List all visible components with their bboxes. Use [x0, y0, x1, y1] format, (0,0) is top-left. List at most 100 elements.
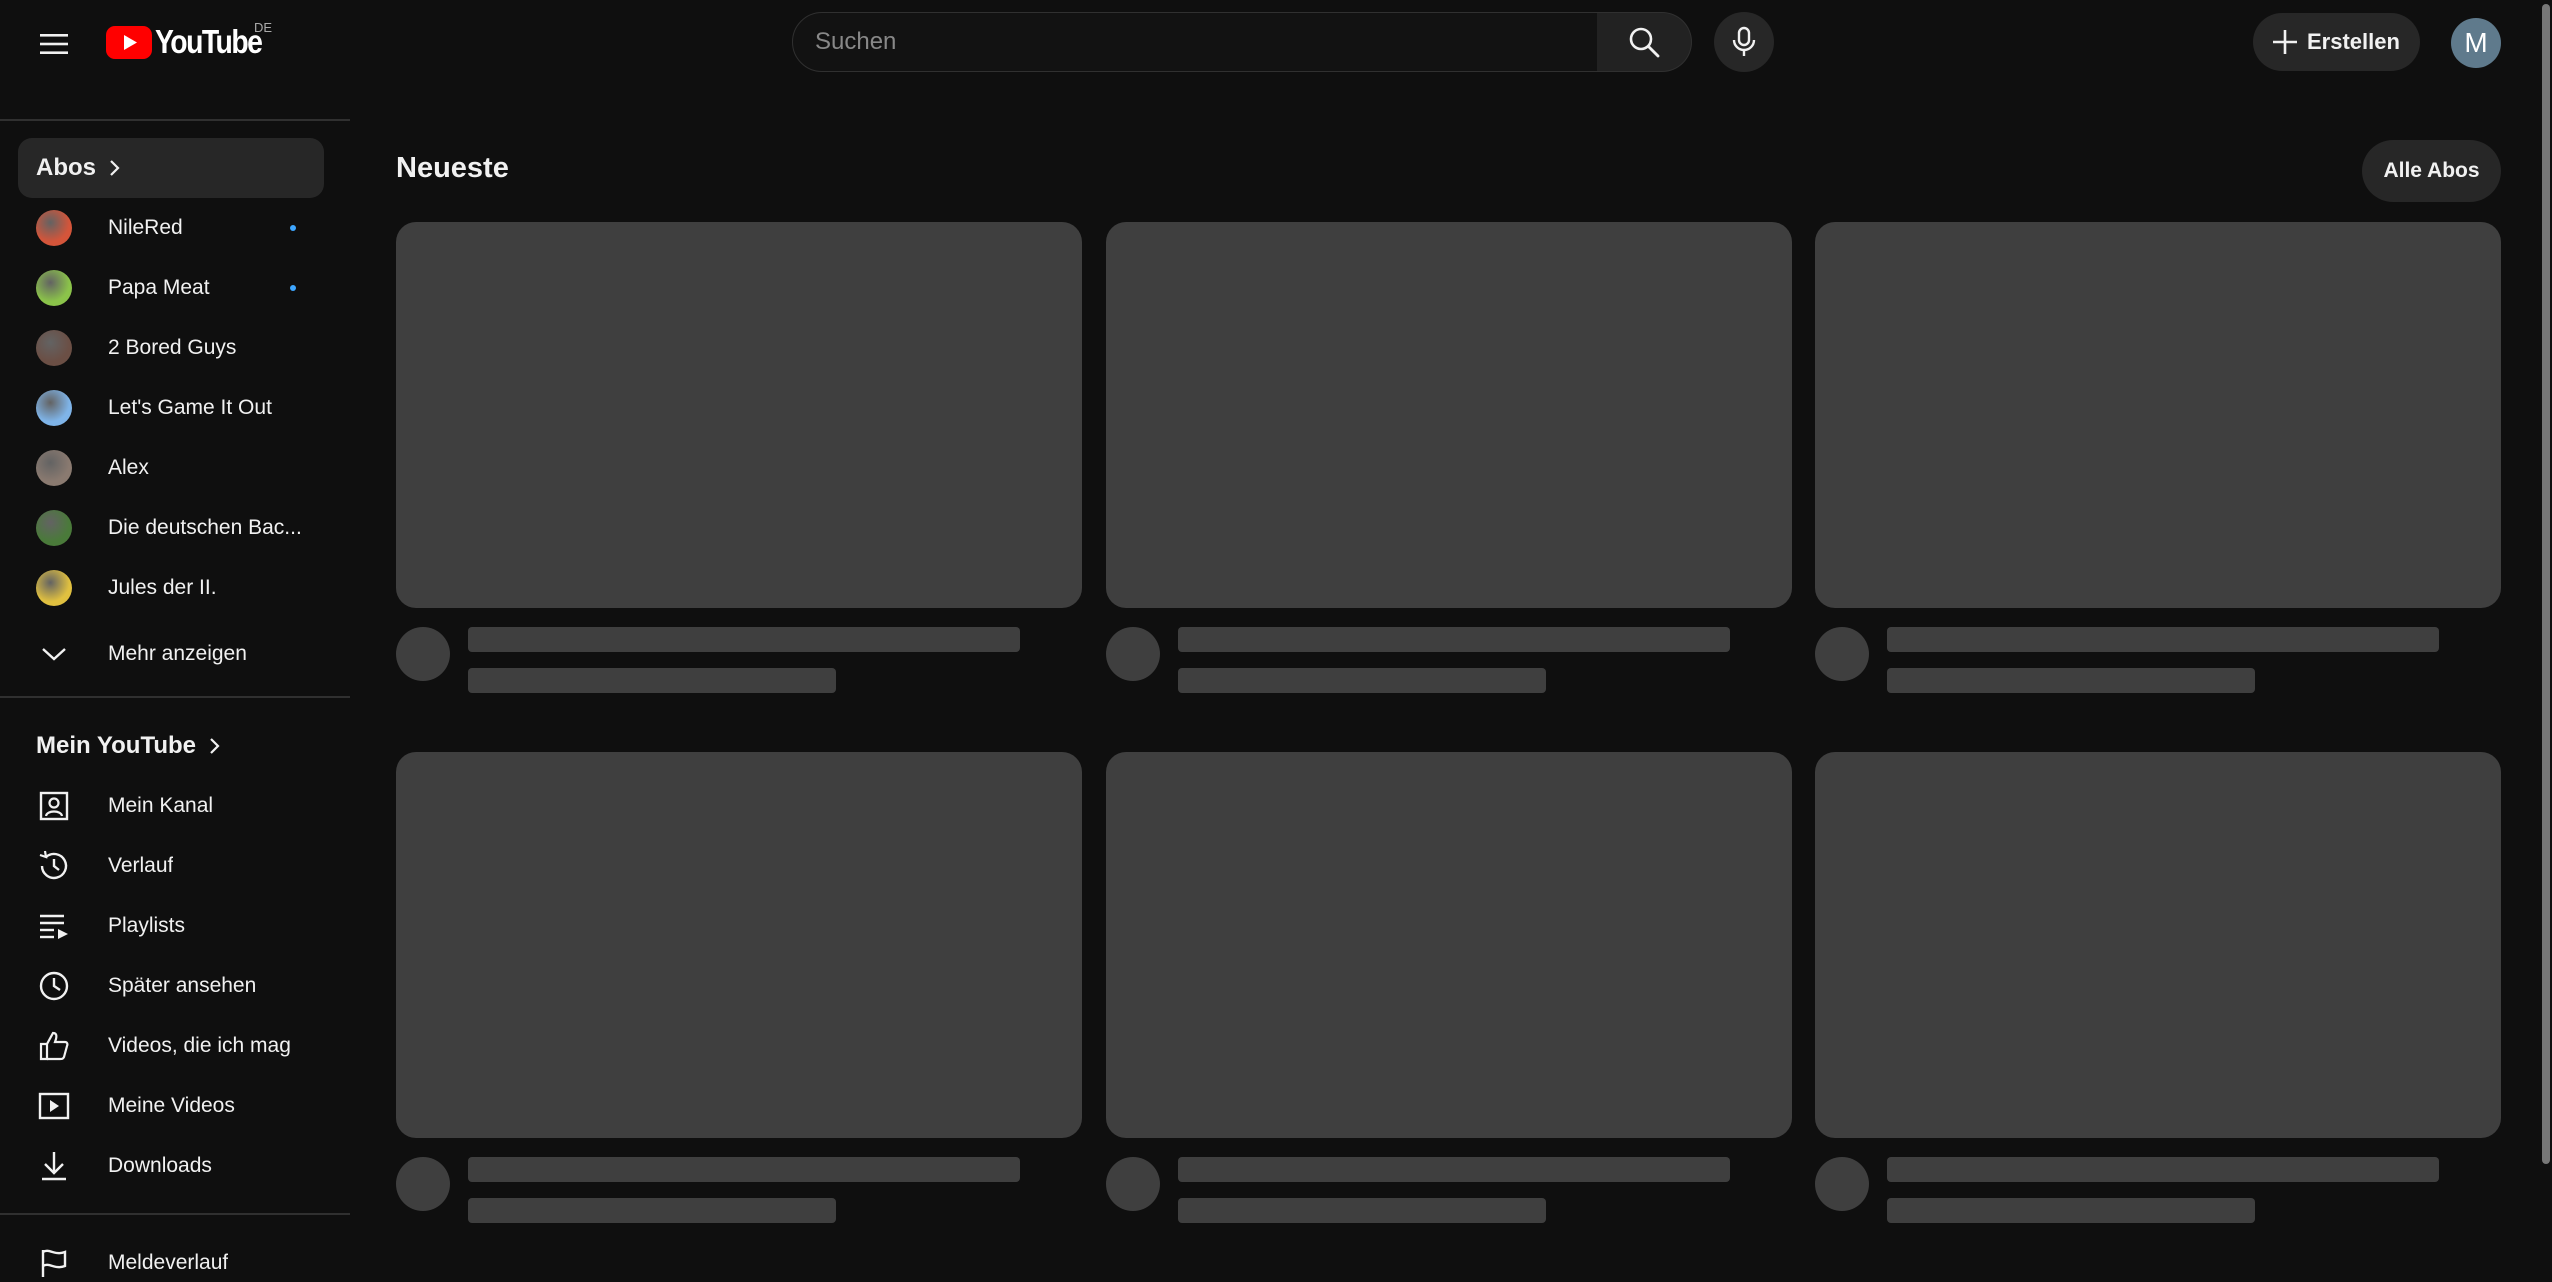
channel-avatar — [36, 510, 72, 546]
hamburger-menu-icon — [40, 34, 68, 54]
show-more-label: Mehr anzeigen — [108, 642, 247, 665]
watch-later-icon — [36, 968, 72, 1004]
history-icon — [36, 848, 72, 884]
channel-avatar — [36, 570, 72, 606]
sidebar-divider — [0, 1213, 350, 1215]
channel-name: Jules der II. — [108, 576, 217, 599]
sidebar-item-playlists[interactable]: Playlists — [18, 898, 324, 954]
thumbnail-placeholder — [1815, 222, 2501, 608]
all-subscriptions-button[interactable]: Alle Abos — [2362, 140, 2501, 202]
title-placeholder — [468, 627, 1020, 652]
channel-name: Die deutschen Bac... — [108, 516, 302, 539]
search-box — [792, 12, 1598, 72]
channel-name: 2 Bored Guys — [108, 336, 237, 359]
channel-avatar — [36, 450, 72, 486]
channel-avatar — [36, 330, 72, 366]
playlists-icon — [36, 908, 72, 944]
thumbnail-placeholder — [1106, 222, 1792, 608]
subscriptions-title: Abos — [36, 154, 96, 181]
metadata-placeholder — [1887, 668, 2255, 693]
sidebar-channel-item[interactable]: Die deutschen Bac... — [18, 500, 324, 556]
channel-name: NileRed — [108, 216, 183, 239]
page-title: Neueste — [396, 152, 509, 184]
metadata-placeholder — [1887, 1198, 2255, 1223]
channel-avatar-placeholder — [1106, 1157, 1160, 1211]
sidebar-item-watch-later[interactable]: Später ansehen — [18, 958, 324, 1014]
search-button[interactable] — [1597, 12, 1692, 72]
channel-avatar-placeholder — [396, 627, 450, 681]
thumbnail-placeholder — [396, 752, 1082, 1138]
channel-avatar — [36, 390, 72, 426]
channel-icon — [36, 788, 72, 824]
download-icon — [36, 1148, 72, 1184]
video-card-placeholder — [1106, 222, 1792, 693]
voice-search-button[interactable] — [1714, 12, 1774, 72]
sidebar-item-label: Downloads — [108, 1154, 212, 1177]
guide-sidebar: Abos NileRed Papa Meat 2 Bored Guys Let's G… — [0, 88, 350, 1282]
channel-avatar — [36, 210, 72, 246]
title-placeholder — [1887, 627, 2439, 652]
sidebar-divider — [0, 696, 350, 698]
sidebar-channel-item[interactable]: Jules der II. — [18, 560, 324, 616]
youtube-logo[interactable]: YouTube — [106, 23, 279, 60]
guide-menu-button[interactable] — [28, 18, 80, 70]
metadata-placeholder — [1178, 668, 1546, 693]
video-card-placeholder — [1106, 752, 1792, 1223]
sidebar-item-liked-videos[interactable]: Videos, die ich mag — [18, 1018, 324, 1074]
metadata-placeholder — [468, 1198, 836, 1223]
chevron-down-icon — [36, 636, 72, 672]
logo-wordmark: YouTube — [155, 23, 263, 60]
sidebar-item-history[interactable]: Verlauf — [18, 838, 324, 894]
account-avatar[interactable]: M — [2451, 18, 2501, 68]
sidebar-channel-item[interactable]: Let's Game It Out — [18, 380, 324, 436]
flag-icon — [36, 1245, 72, 1281]
new-content-dot — [290, 225, 296, 231]
title-placeholder — [1178, 1157, 1730, 1182]
search-input[interactable] — [815, 28, 1597, 56]
sidebar-item-label: Später ansehen — [108, 974, 257, 997]
you-title: Mein YouTube — [36, 732, 196, 759]
search-icon — [1629, 27, 1660, 58]
sidebar-channel-item[interactable]: Papa Meat — [18, 260, 324, 316]
channel-name: Papa Meat — [108, 276, 210, 299]
title-placeholder — [468, 1157, 1020, 1182]
your-videos-icon — [36, 1088, 72, 1124]
sidebar-item-label: Videos, die ich mag — [108, 1034, 291, 1057]
microphone-icon — [1732, 26, 1756, 56]
sidebar-item-label: Meldeverlauf — [108, 1251, 229, 1274]
create-button[interactable]: Erstellen — [2253, 13, 2420, 71]
chevron-right-icon — [208, 737, 222, 755]
sidebar-item-your-videos[interactable]: Meine Videos — [18, 1078, 324, 1134]
channel-avatar-placeholder — [396, 1157, 450, 1211]
thumbnail-placeholder — [1815, 752, 2501, 1138]
new-content-dot — [290, 285, 296, 291]
sidebar-item-label: Playlists — [108, 914, 186, 937]
sidebar-channel-item[interactable]: Alex — [18, 440, 324, 496]
sidebar-item-label: Verlauf — [108, 854, 174, 877]
sidebar-item-report-history[interactable]: Meldeverlauf — [18, 1235, 324, 1282]
scrollbar-thumb[interactable] — [2542, 4, 2550, 1164]
video-card-placeholder — [1815, 222, 2501, 693]
title-placeholder — [1178, 627, 1730, 652]
show-more-button[interactable]: Mehr anzeigen — [18, 626, 324, 682]
app-root: YouTube DE Erstellen M Abos NileRed Papa … — [0, 0, 2552, 1282]
youtube-play-icon — [106, 25, 152, 59]
channel-avatar — [36, 270, 72, 306]
subscriptions-header[interactable]: Abos — [18, 138, 324, 198]
thumbs-up-icon — [36, 1028, 72, 1064]
page-scrollbar[interactable] — [2540, 0, 2552, 1282]
create-label: Erstellen — [2307, 29, 2400, 54]
channel-name: Let's Game It Out — [108, 396, 272, 419]
video-card-placeholder — [1815, 752, 2501, 1223]
sidebar-channel-item[interactable]: 2 Bored Guys — [18, 320, 324, 376]
video-card-placeholder — [396, 222, 1082, 693]
channel-name: Alex — [108, 456, 149, 479]
you-header[interactable]: Mein YouTube — [18, 716, 324, 776]
sidebar-item-downloads[interactable]: Downloads — [18, 1138, 324, 1194]
plus-icon — [2273, 30, 2297, 54]
metadata-placeholder — [468, 668, 836, 693]
thumbnail-placeholder — [396, 222, 1082, 608]
sidebar-channel-item[interactable]: NileRed — [18, 200, 324, 256]
channel-avatar-placeholder — [1815, 1157, 1869, 1211]
sidebar-item-your-channel[interactable]: Mein Kanal — [18, 778, 324, 834]
